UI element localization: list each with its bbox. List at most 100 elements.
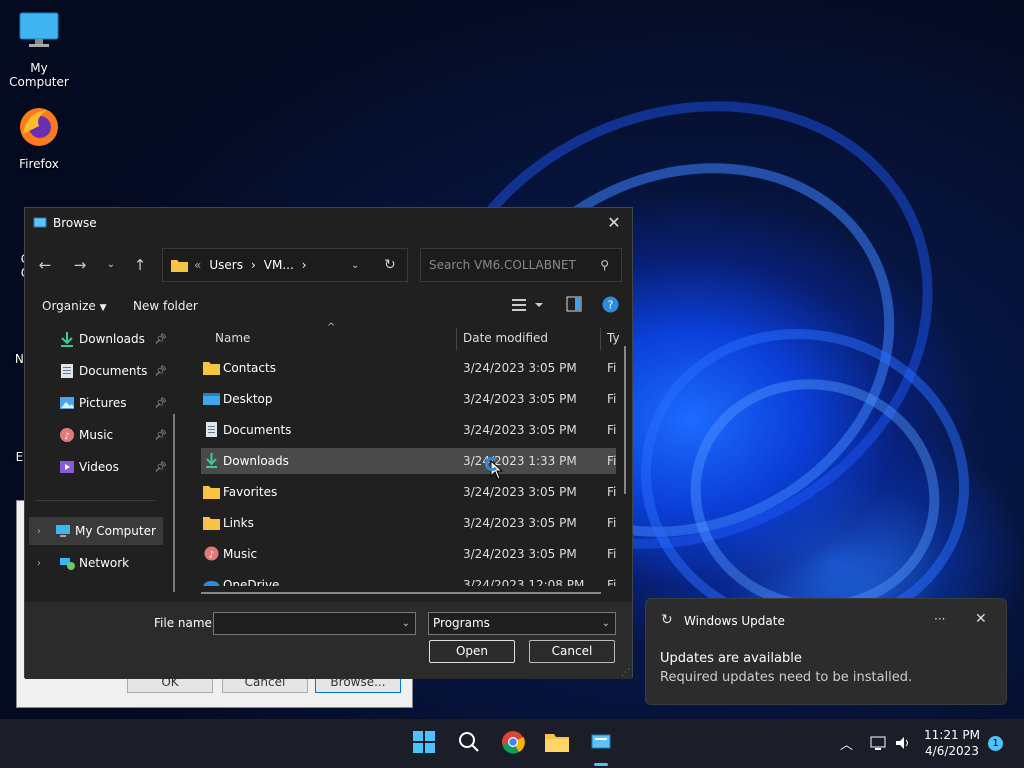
recent-locations-button[interactable]: ⌄ [100, 254, 122, 276]
desktop-folder-icon [203, 393, 220, 405]
volume-icon[interactable] [894, 735, 912, 751]
forward-button[interactable]: → [69, 254, 91, 276]
back-button[interactable]: ← [34, 254, 56, 276]
file-row[interactable]: Links 3/24/2023 3:05 PM Fi [201, 510, 616, 536]
desktop-icon-label: My Computer [9, 61, 69, 89]
app-icon [33, 217, 47, 228]
preview-pane-button[interactable] [566, 296, 582, 315]
notification-toast[interactable]: ↻ Windows Update ··· ✕ Updates are avail… [645, 598, 1007, 705]
chrome-icon[interactable] [500, 729, 526, 755]
file-date: 3/24/2023 3:05 PM [463, 392, 577, 406]
address-dropdown-button[interactable]: ⌄ [351, 260, 359, 271]
file-date: 3/24/2023 1:33 PM [463, 454, 577, 468]
horizontal-scrollbar[interactable] [201, 592, 601, 594]
file-type: Fi [607, 361, 617, 375]
pin-icon: 📌︎ [154, 333, 167, 345]
more-options-button[interactable]: ··· [934, 612, 945, 626]
file-type: Fi [607, 547, 617, 561]
file-date: 3/24/2023 12:08 PM [463, 578, 585, 586]
column-header-date[interactable]: Date modified [463, 324, 548, 352]
nav-item-downloads[interactable]: Downloads 📌︎ [33, 325, 167, 353]
active-app-icon[interactable] [588, 729, 614, 755]
file-name: Contacts [223, 361, 276, 375]
close-icon: ✕ [607, 213, 621, 232]
file-row[interactable]: Documents 3/24/2023 3:05 PM Fi [201, 417, 616, 443]
file-type-select[interactable]: Programs ⌄ [428, 612, 616, 635]
nav-item-label: Pictures [79, 396, 127, 410]
search-icon: ⚲ [600, 258, 609, 272]
close-icon[interactable]: ✕ [975, 611, 987, 627]
firefox-icon [20, 108, 58, 146]
column-divider[interactable] [456, 328, 457, 350]
nav-item-label: Music [79, 428, 114, 442]
file-row[interactable]: OneDrive 3/24/2023 12:08 PM Fi [201, 572, 616, 586]
cancel-button[interactable]: Cancel [529, 640, 615, 663]
document-icon [206, 422, 217, 437]
file-name-input[interactable]: ⌄ [213, 612, 416, 635]
network-icon[interactable] [870, 735, 888, 751]
vertical-scrollbar[interactable] [624, 346, 626, 494]
search-icon[interactable] [456, 729, 482, 755]
view-options-button[interactable] [511, 296, 545, 317]
file-date: 3/24/2023 3:05 PM [463, 423, 577, 437]
file-row[interactable]: Contacts 3/24/2023 3:05 PM Fi [201, 355, 616, 381]
file-row[interactable]: Favorites 3/24/2023 3:05 PM Fi [201, 479, 616, 505]
nav-item-label: Network [79, 556, 130, 570]
nav-item-music[interactable]: ♪ Music 📌︎ [33, 421, 167, 449]
computer-icon [19, 12, 59, 47]
column-header-name[interactable]: Name [215, 324, 250, 352]
navigation-pane[interactable]: Downloads 📌︎ Documents 📌︎ Pictures 📌︎ ♪ … [25, 324, 180, 602]
clock-time: 11:21 PM [924, 728, 980, 742]
desktop-icon-my-computer[interactable]: My Computer [0, 8, 78, 89]
download-icon [206, 453, 217, 468]
expand-chevron-icon[interactable]: › [37, 526, 41, 537]
resize-grip-icon[interactable]: ⋰ [621, 668, 630, 678]
breadcrumb-users[interactable]: Users [209, 258, 243, 272]
desktop-icon-label: Firefox [19, 157, 59, 171]
file-row-selected[interactable]: Downloads 3/24/2023 1:33 PM Fi [201, 448, 616, 474]
content-area: Downloads 📌︎ Documents 📌︎ Pictures 📌︎ ♪ … [25, 322, 634, 602]
chevron-down-icon: ⌄ [106, 259, 116, 270]
pin-icon: 📌︎ [154, 365, 167, 377]
desktop-icon-firefox[interactable]: Firefox [0, 104, 78, 171]
file-name: Documents [223, 423, 292, 437]
nav-item-pictures[interactable]: Pictures 📌︎ [33, 389, 167, 417]
nav-item-documents[interactable]: Documents 📌︎ [33, 357, 167, 385]
breadcrumb-vm[interactable]: VM... [264, 258, 294, 272]
open-button[interactable]: Open [429, 640, 515, 663]
notification-badge[interactable]: 1 [988, 736, 1003, 751]
navigation-bar: ← → ⌄ ↑ « Users › VM... › ⌄ ↻ Search VM6… [25, 248, 632, 282]
address-bar[interactable]: « Users › VM... › ⌄ ↻ [162, 248, 408, 282]
breadcrumb-overflow[interactable]: « [194, 258, 201, 272]
file-list[interactable]: Name ^ Date modified Ty Contacts 3/24/20… [185, 322, 634, 602]
nav-item-network[interactable]: › Network [33, 549, 167, 577]
file-row[interactable]: Desktop 3/24/2023 3:05 PM Fi [201, 386, 616, 412]
nav-item-videos[interactable]: Videos 📌︎ [33, 453, 167, 481]
active-app-indicator [594, 763, 608, 766]
organize-button[interactable]: Organize ▼ [42, 299, 107, 313]
new-folder-button[interactable]: New folder [133, 299, 198, 313]
up-button[interactable]: ↑ [129, 254, 151, 276]
file-row[interactable]: ♪ Music 3/24/2023 3:05 PM Fi [201, 541, 616, 567]
nav-item-my-computer[interactable]: › My Computer [29, 517, 163, 545]
help-button[interactable]: ? [602, 296, 619, 316]
busy-indicator-icon [485, 457, 499, 471]
download-icon [61, 332, 73, 347]
column-divider[interactable] [600, 328, 601, 350]
chevron-down-icon[interactable]: ⌄ [602, 613, 610, 634]
column-header-type[interactable]: Ty [607, 324, 620, 352]
search-input[interactable]: Search VM6.COLLABNET ⚲ [420, 248, 622, 282]
chevron-down-icon[interactable]: ⌄ [402, 613, 410, 634]
expand-chevron-icon[interactable]: › [37, 558, 41, 569]
start-button[interactable] [411, 729, 437, 755]
refresh-icon[interactable]: ↻ [384, 257, 396, 273]
browse-dialog: Browse ✕ ← → ⌄ ↑ « Users › VM... › ⌄ ↻ S… [24, 207, 634, 679]
show-hidden-icons-button[interactable]: ︿ [840, 734, 853, 753]
title-bar[interactable]: Browse [25, 208, 632, 238]
clock[interactable]: 11:21 PM 4/6/2023 [924, 728, 980, 758]
file-date: 3/24/2023 3:05 PM [463, 516, 577, 530]
file-explorer-icon[interactable] [544, 729, 570, 755]
nav-scrollbar[interactable] [173, 414, 175, 592]
close-button[interactable]: ✕ [602, 212, 626, 234]
notification-count: 1 [992, 738, 999, 749]
